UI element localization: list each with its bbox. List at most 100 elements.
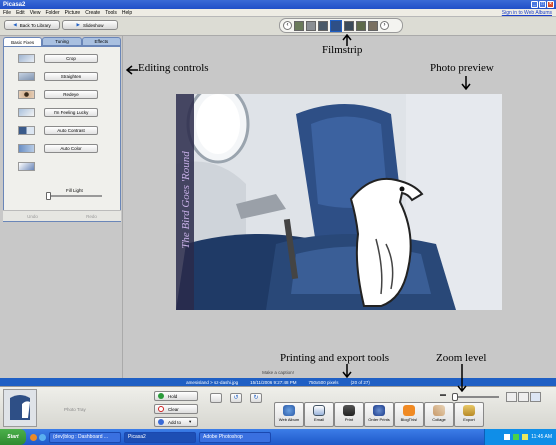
tool-row-auto-color: Auto Color (18, 144, 98, 153)
feeling-lucky-icon (18, 108, 35, 117)
tab-basic-fixes[interactable]: Basic Fixes (3, 37, 43, 46)
start-button[interactable]: Start (0, 429, 26, 445)
printing-export-arrow-icon (342, 364, 352, 378)
taskbar-item-photoshop[interactable]: Adobe Photoshop (199, 431, 271, 443)
status-index: (20 of 27) (350, 379, 370, 385)
clear-label: Clear (168, 406, 179, 412)
auto-contrast-button[interactable]: Auto Contrast (44, 126, 98, 135)
tool-row-auto-contrast: Auto Contrast (18, 126, 98, 135)
menu-file[interactable]: File (3, 10, 11, 16)
tool-row-straighten: Straighten (18, 72, 98, 81)
tray-icon[interactable] (513, 434, 520, 440)
menu-view[interactable]: View (30, 10, 41, 16)
add-to-button[interactable]: Add to ▾ (154, 417, 198, 427)
hold-label: Hold (168, 393, 178, 399)
crop-button[interactable]: Crop (44, 54, 98, 63)
menu-folder[interactable]: Folder (45, 10, 59, 16)
status-path: amesisland > sz-dashi.jpg (186, 379, 239, 385)
menu-tools[interactable]: Tools (105, 10, 117, 16)
taskbar-item-picasa[interactable]: Picasa2 (124, 431, 196, 443)
rotate-left-icon[interactable]: ↺ (230, 393, 242, 403)
filmstrip-thumb[interactable] (344, 20, 354, 31)
photo-tray-thumb[interactable] (3, 389, 37, 427)
undo-redo-bar: Undo Redo (3, 210, 121, 221)
filmstrip-thumb[interactable] (318, 20, 328, 31)
filmstrip-thumb[interactable] (368, 20, 378, 31)
fill-light-label: Fill Light (66, 188, 83, 193)
blogthis-button[interactable]: BlogThis! (394, 402, 424, 427)
taskbar-item-picasa-label: Picasa2 (128, 434, 146, 440)
fill-light-icon (18, 162, 35, 171)
order-prints-button[interactable]: Order Prints (364, 402, 394, 427)
export-button[interactable]: Export (454, 402, 484, 427)
tray-icon[interactable] (504, 434, 511, 440)
print-label: Print (344, 417, 354, 422)
feeling-lucky-button[interactable]: I'm Feeling Lucky (44, 108, 98, 117)
editing-panel: Basic Fixes Tuning Effects Crop Straight… (0, 36, 123, 378)
zoom-slider[interactable] (451, 393, 499, 401)
ie-icon[interactable] (39, 433, 46, 441)
fit-view-icon[interactable] (506, 392, 517, 402)
caption-hint[interactable]: Make a caption! (0, 370, 556, 375)
photo-tray-label: Photo Tray (64, 407, 86, 412)
minimize-icon[interactable]: _ (531, 1, 538, 8)
clear-button[interactable]: Clear (154, 404, 198, 414)
taskbar-item-blog-label: (dev)blog : Dashboard ... (53, 434, 109, 440)
firefox-icon[interactable] (30, 433, 37, 441)
filmstrip: ‹ › (279, 18, 403, 33)
menu-help[interactable]: Help (122, 10, 132, 16)
close-icon[interactable]: × (547, 1, 554, 8)
zoom-slider-handle[interactable] (451, 393, 458, 401)
photo-preview-annotation: Photo preview (430, 62, 494, 74)
menu-picture[interactable]: Picture (65, 10, 81, 16)
rotate-right-icon[interactable]: ↻ (250, 393, 262, 403)
straighten-button[interactable]: Straighten (44, 72, 98, 81)
collage-label: Collage (432, 417, 446, 422)
tab-tuning[interactable]: Tuning (42, 37, 82, 46)
side-by-side-icon[interactable] (530, 392, 541, 402)
filmstrip-thumb[interactable] (306, 20, 316, 31)
tool-row-fill-light (18, 162, 35, 171)
filmstrip-thumb[interactable] (356, 20, 366, 31)
slideshow-button[interactable]: ▶ Slideshow (62, 20, 118, 30)
back-to-library-button[interactable]: ◀ Back To Library (4, 20, 60, 30)
undo-button[interactable]: Undo (27, 214, 38, 219)
tab-effects[interactable]: Effects (81, 37, 121, 46)
redeye-button[interactable]: Redeye (44, 90, 98, 99)
filmstrip-thumb[interactable] (294, 20, 304, 31)
menu-create[interactable]: Create (85, 10, 100, 16)
maximize-icon[interactable]: □ (539, 1, 546, 8)
next-photo-icon[interactable]: › (380, 21, 389, 30)
print-button[interactable]: Print (334, 402, 364, 427)
taskbar-item-blog[interactable]: (dev)blog : Dashboard ... (49, 431, 121, 443)
tray-icon[interactable] (522, 434, 529, 440)
sign-in-link[interactable]: Sign in to Web Albums (502, 10, 552, 16)
blogger-icon (403, 405, 415, 416)
order-prints-label: Order Prints (368, 417, 390, 422)
tool-row-redeye: Redeye (18, 90, 98, 99)
previous-photo-icon[interactable]: ‹ (283, 21, 292, 30)
menu-edit[interactable]: Edit (16, 10, 25, 16)
email-icon (313, 405, 325, 416)
web-album-button[interactable]: Web Album (274, 402, 304, 427)
filmstrip-thumb-selected[interactable] (330, 19, 342, 32)
photo-preview[interactable]: The Bird Goes 'Round (176, 94, 502, 310)
blank-action-button[interactable] (210, 393, 222, 403)
fill-light-slider[interactable] (46, 192, 102, 200)
photo-watermark: The Bird Goes 'Round (180, 151, 192, 249)
collage-icon (433, 405, 445, 416)
hold-icon (158, 393, 164, 399)
add-to-label: Add to (168, 419, 182, 425)
actual-size-icon[interactable] (518, 392, 529, 402)
auto-color-button[interactable]: Auto Color (44, 144, 98, 153)
auto-contrast-icon (18, 126, 35, 135)
printing-export-annotation: Printing and export tools (280, 352, 390, 364)
email-button[interactable]: Email (304, 402, 334, 427)
hold-button[interactable]: Hold (154, 391, 198, 401)
redo-button[interactable]: Redo (86, 214, 97, 219)
zoom-out-icon[interactable]: ▬ (440, 392, 446, 398)
printer-icon (343, 405, 355, 416)
collage-button[interactable]: Collage (424, 402, 454, 427)
fill-light-slider-handle[interactable] (46, 192, 51, 200)
redeye-icon (18, 90, 35, 99)
